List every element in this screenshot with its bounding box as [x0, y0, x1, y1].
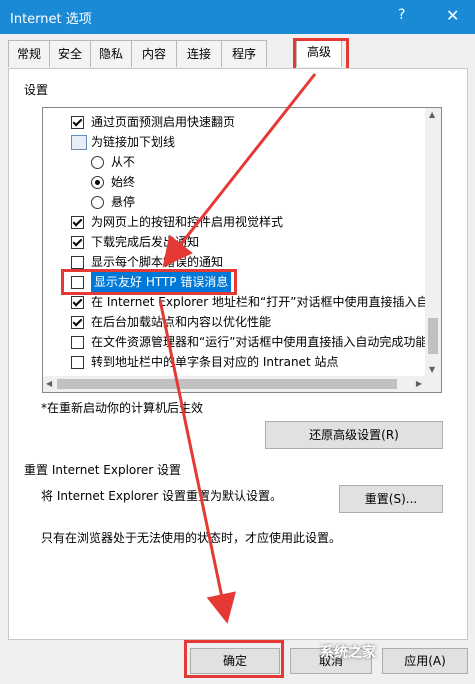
setting-label: 在 Internet Explorer 地址栏和“打开”对话框中使用直接插入自: [91, 295, 429, 309]
title-bar: Internet 选项 ? ✕: [0, 0, 475, 34]
tab-privacy[interactable]: 隐私: [90, 40, 132, 67]
setting-label: 在文件资源管理器和“运行”对话框中使用直接插入自动完成功能: [91, 335, 428, 349]
watermark: 系统之家: [320, 645, 376, 661]
reset-note: 只有在浏览器处于无法使用的状态时，才应使用此设置。: [41, 531, 342, 545]
settings-item[interactable]: 转到地址栏中的单字条目对应的 Intranet 站点: [43, 352, 425, 372]
scroll-left-icon[interactable]: ◀: [46, 379, 52, 388]
setting-checkbox[interactable]: [71, 336, 84, 349]
reset-section-title: 重置 Internet Explorer 设置: [24, 463, 182, 477]
settings-item[interactable]: 为网页上的按钮和控件启用视觉样式: [43, 212, 425, 232]
horizontal-scroll-thumb[interactable]: [57, 379, 397, 389]
settings-item[interactable]: 在文件资源管理器和“运行”对话框中使用直接插入自动完成功能: [43, 332, 428, 352]
setting-label: 下载完成后发出通知: [91, 235, 200, 249]
tab-connections[interactable]: 连接: [176, 40, 222, 67]
tab-advanced[interactable]: 高级: [296, 38, 342, 67]
setting-label: 在后台加载站点和内容以优化性能: [91, 315, 272, 329]
setting-checkbox[interactable]: [71, 256, 84, 269]
settings-item[interactable]: 从不: [43, 152, 425, 172]
setting-checkbox[interactable]: [71, 116, 84, 129]
vertical-scrollbar[interactable]: ▲ ▼: [425, 108, 441, 392]
restart-note: *在重新启动你的计算机后生效: [41, 401, 204, 415]
reset-button[interactable]: 重置(S)...: [339, 485, 443, 513]
scroll-up-icon[interactable]: ▲: [429, 110, 435, 119]
setting-label: 悬停: [111, 195, 136, 209]
setting-radio[interactable]: [91, 156, 104, 169]
setting-checkbox[interactable]: [71, 316, 84, 329]
setting-label: 为链接加下划线: [91, 135, 176, 149]
vertical-scroll-thumb[interactable]: [428, 318, 438, 354]
ok-button-highlight: [184, 640, 284, 678]
settings-item[interactable]: 在后台加载站点和内容以优化性能: [43, 312, 425, 332]
settings-list[interactable]: 通过页面预测启用快速翻页 为链接加下划线从不始终悬停为网页上的按钮和控件启用视觉样…: [42, 107, 442, 393]
settings-item[interactable]: 下载完成后发出通知: [43, 232, 425, 252]
settings-item[interactable]: 悬停: [43, 192, 425, 212]
folder-icon: [71, 135, 87, 150]
settings-item[interactable]: 始终: [43, 172, 425, 192]
setting-checkbox[interactable]: [71, 216, 84, 229]
setting-checkbox[interactable]: [71, 356, 84, 369]
close-button[interactable]: ✕: [446, 6, 459, 25]
reset-description: 将 Internet Explorer 设置重置为默认设置。: [41, 489, 283, 503]
tab-programs[interactable]: 程序: [221, 40, 267, 67]
setting-label: 转到地址栏中的单字条目对应的 Intranet 站点: [91, 355, 339, 369]
scroll-right-icon[interactable]: ▶: [416, 379, 422, 388]
restore-advanced-button[interactable]: 还原高级设置(R): [265, 421, 443, 449]
window-title: Internet 选项: [10, 12, 92, 27]
setting-radio[interactable]: [91, 196, 104, 209]
tab-general[interactable]: 常规: [8, 40, 50, 67]
settings-item[interactable]: 在 Internet Explorer 地址栏和“打开”对话框中使用直接插入自: [43, 292, 429, 312]
tab-security[interactable]: 安全: [49, 40, 91, 67]
scroll-down-icon[interactable]: ▼: [429, 365, 435, 374]
tab-content[interactable]: 内容: [131, 40, 177, 67]
setting-label: 为网页上的按钮和控件启用视觉样式: [91, 215, 284, 229]
apply-button[interactable]: 应用(A): [382, 648, 468, 674]
advanced-panel: 设置 通过页面预测启用快速翻页 为链接加下划线从不始终悬停为网页上的按钮和控件启用…: [8, 68, 468, 640]
settings-item[interactable]: 为链接加下划线: [43, 132, 425, 152]
help-button[interactable]: ?: [398, 7, 405, 23]
setting-label: 从不: [111, 155, 136, 169]
setting-checkbox[interactable]: [71, 296, 84, 309]
setting-label: 始终: [111, 175, 136, 189]
setting-label: 通过页面预测启用快速翻页: [91, 115, 236, 129]
setting-radio[interactable]: [91, 176, 104, 189]
settings-group-label: 设置: [24, 83, 49, 97]
setting-checkbox[interactable]: [71, 236, 84, 249]
settings-item[interactable]: 通过页面预测启用快速翻页: [43, 112, 425, 132]
horizontal-scrollbar[interactable]: ◀ ▶: [43, 376, 425, 392]
